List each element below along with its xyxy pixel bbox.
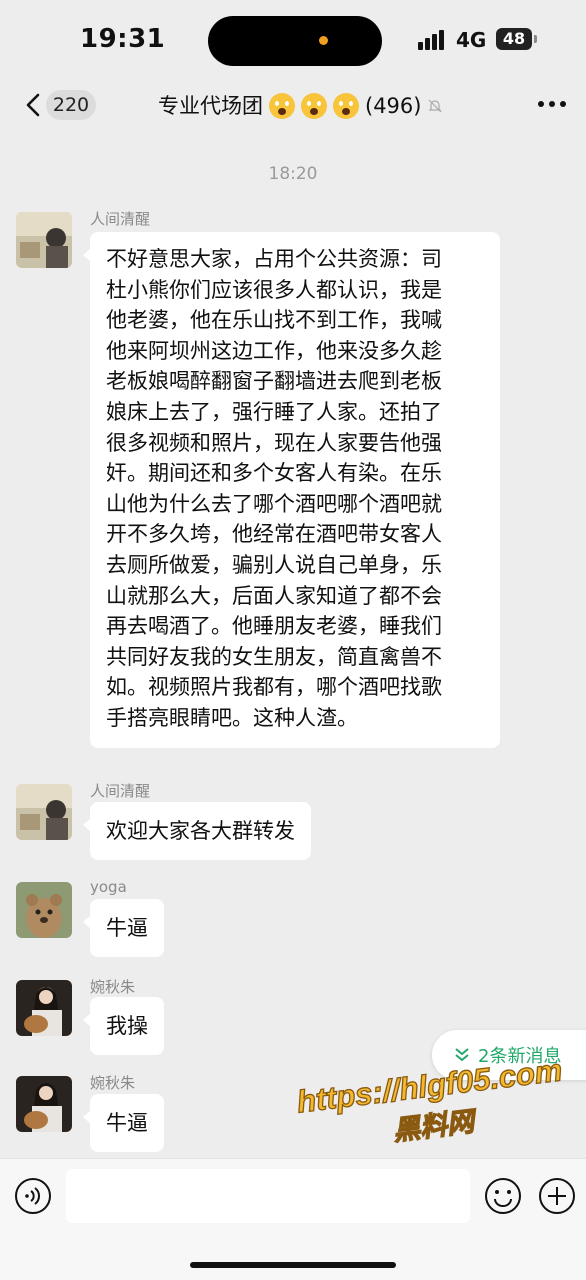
avatar[interactable] [16, 882, 72, 938]
avatar[interactable] [16, 1076, 72, 1132]
sender-name: 婉秋朱 [90, 1074, 136, 1092]
message-line: 他老婆，他在乐山找不到工作，我喊 [106, 308, 442, 333]
message-line: 很多视频和照片，现在人家要告他强 [106, 430, 442, 455]
sender-name: 婉秋朱 [90, 978, 136, 996]
quokka-avatar-icon [16, 882, 72, 938]
double-chevron-down-icon [455, 1048, 469, 1062]
sender-name: 人间清醒 [90, 782, 151, 800]
message-line: 去厕所做爱，骗别人说自己单身，乐 [106, 552, 442, 577]
message-line: 再去喝酒了。他睡朋友老婆，睡我们 [106, 614, 442, 639]
status-bar: 19:31 4G 48 [0, 0, 586, 80]
status-time: 19:31 [80, 24, 166, 54]
message-line: 奸。期间还和多个女客人有染。在乐 [106, 461, 442, 486]
voice-input-icon[interactable] [14, 1177, 52, 1215]
message-line: 开不多久垮，他经常在酒吧带女客人 [106, 522, 442, 547]
message-line: 娘床上去了，强行睡了人家。还拍了 [106, 399, 442, 424]
avatar-photo-icon [16, 212, 72, 268]
dynamic-island [208, 16, 382, 66]
message-line: 共同好友我的女生朋友，简直禽兽不 [106, 644, 442, 669]
message-line: 老板娘喝醉翻窗子翻墙进去爬到老板 [106, 369, 442, 394]
avatar[interactable] [16, 980, 72, 1036]
message-line: 山他为什么去了哪个酒吧哪个酒吧就 [106, 491, 442, 516]
watermark-name: 黑料网 [391, 1106, 476, 1148]
add-attachment-icon[interactable] [538, 1177, 576, 1215]
message-line: 如。视频照片我都有，哪个酒吧找歌 [106, 675, 442, 700]
avatar-photo-icon [16, 784, 72, 840]
guitar-girl-avatar-icon [16, 980, 72, 1036]
avatar[interactable] [16, 784, 72, 840]
guitar-girl-avatar-icon [16, 1076, 72, 1132]
avatar[interactable] [16, 212, 72, 268]
network-type: 4G [456, 28, 487, 52]
message-line: 手搭亮眼睛吧。这种人渣。 [106, 705, 358, 730]
member-count: (496) [365, 94, 422, 118]
mute-bell-icon [429, 99, 442, 113]
home-indicator[interactable] [190, 1262, 396, 1268]
scream-emoji-icon [333, 93, 359, 119]
chat-header: 220 专业代场团 (496) [0, 80, 586, 132]
cellular-signal-icon [418, 30, 448, 50]
message-input[interactable] [66, 1169, 470, 1223]
scream-emoji-icon [269, 93, 295, 119]
message-line: 不好意思大家，占用个公共资源：司 [106, 247, 442, 271]
message-bubble[interactable]: 欢迎大家各大群转发 [83, 802, 311, 860]
message-line: 山就那么大，后面人家知道了都不会 [106, 583, 442, 608]
message-bubble[interactable]: 我操 [83, 997, 164, 1055]
more-options-icon[interactable] [538, 101, 566, 109]
message-line: 杜小熊你们应该很多人都认识，我是 [106, 277, 442, 302]
battery-icon: 48 [496, 28, 532, 50]
sender-name: 人间清醒 [90, 210, 151, 228]
sender-name: yoga [90, 878, 127, 896]
battery-tip [534, 35, 537, 43]
unread-count-badge[interactable]: 220 [46, 90, 96, 120]
scream-emoji-icon [301, 93, 327, 119]
group-name: 专业代场团 [158, 94, 263, 118]
message-line: 他来阿坝州这边工作，他来没多久趁 [106, 338, 442, 363]
message-timestamp: 18:20 [268, 164, 318, 184]
recording-indicator-icon [319, 36, 328, 45]
emoji-picker-icon[interactable] [484, 1177, 522, 1215]
message-bubble[interactable]: 牛逼 [83, 899, 164, 957]
message-bubble[interactable]: 牛逼 [83, 1094, 164, 1152]
chat-title[interactable]: 专业代场团 (496) [158, 90, 443, 122]
message-bubble[interactable]: 不好意思大家，占用个公共资源：司 杜小熊你们应该很多人都认识，我是 他老婆，他在… [83, 232, 500, 748]
